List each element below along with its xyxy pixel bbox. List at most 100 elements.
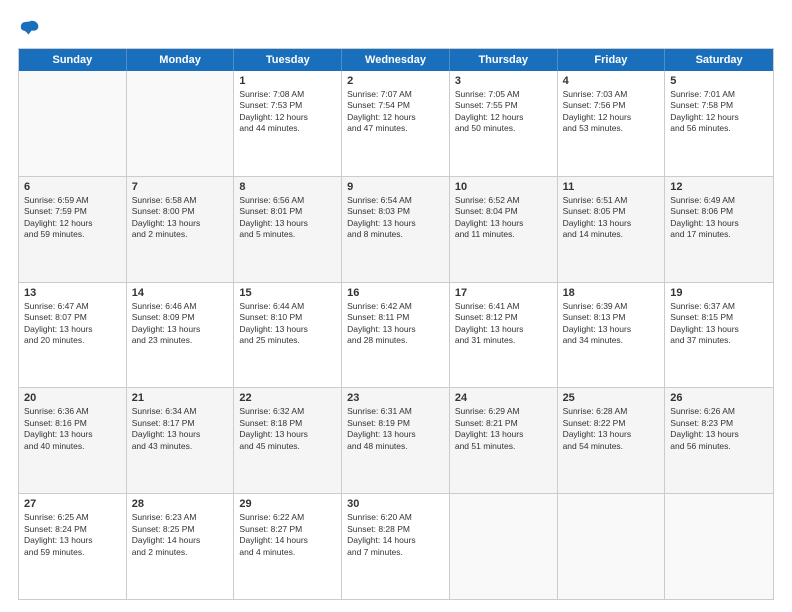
header [18, 18, 774, 38]
cell-info: Sunrise: 6:32 AM Sunset: 8:18 PM Dayligh… [239, 406, 336, 452]
calendar-cell-25: 25 Sunrise: 6:28 AM Sunset: 8:22 PM Dayli… [558, 388, 666, 493]
cell-info: Sunrise: 6:46 AM Sunset: 8:09 PM Dayligh… [132, 301, 229, 347]
calendar-cell-20: 20 Sunrise: 6:36 AM Sunset: 8:16 PM Dayli… [19, 388, 127, 493]
calendar-cell-11: 11 Sunrise: 6:51 AM Sunset: 8:05 PM Dayli… [558, 177, 666, 282]
calendar-cell-15: 15Sunrise: 6:44 AM Sunset: 8:10 PM Dayli… [234, 283, 342, 388]
header-day-monday: Monday [127, 49, 235, 71]
calendar: SundayMondayTuesdayWednesdayThursdayFrid… [18, 48, 774, 600]
day-number: 22 [239, 392, 336, 404]
day-number: 17 [455, 287, 552, 299]
cell-info: Sunrise: 7:03 AM Sunset: 7:56 PM Dayligh… [563, 89, 660, 135]
cell-info: Sunrise: 6:41 AM Sunset: 8:12 PM Dayligh… [455, 301, 552, 347]
day-number: 10 [455, 181, 552, 193]
calendar-cell-7: 7 Sunrise: 6:58 AM Sunset: 8:00 PM Daylig… [127, 177, 235, 282]
cell-info: Sunrise: 6:56 AM Sunset: 8:01 PM Dayligh… [239, 195, 336, 241]
cell-info: Sunrise: 6:37 AM Sunset: 8:15 PM Dayligh… [670, 301, 768, 347]
cell-info: Sunrise: 7:08 AM Sunset: 7:53 PM Dayligh… [239, 89, 336, 135]
header-day-tuesday: Tuesday [234, 49, 342, 71]
day-number: 23 [347, 392, 444, 404]
day-number: 5 [670, 75, 768, 87]
day-number: 18 [563, 287, 660, 299]
calendar-cell-16: 16 Sunrise: 6:42 AM Sunset: 8:11 PM Dayli… [342, 283, 450, 388]
cell-info: Sunrise: 6:20 AM Sunset: 8:28 PM Dayligh… [347, 512, 444, 558]
header-day-wednesday: Wednesday [342, 49, 450, 71]
calendar-cell-24: 24Sunrise: 6:29 AM Sunset: 8:21 PM Dayli… [450, 388, 558, 493]
header-day-saturday: Saturday [665, 49, 773, 71]
cell-info: Sunrise: 6:42 AM Sunset: 8:11 PM Dayligh… [347, 301, 444, 347]
day-number: 24 [455, 392, 552, 404]
day-number: 19 [670, 287, 768, 299]
cell-info: Sunrise: 7:01 AM Sunset: 7:58 PM Dayligh… [670, 89, 768, 135]
header-day-sunday: Sunday [19, 49, 127, 71]
day-number: 14 [132, 287, 229, 299]
cell-info: Sunrise: 6:25 AM Sunset: 8:24 PM Dayligh… [24, 512, 121, 558]
calendar-row-4: 20 Sunrise: 6:36 AM Sunset: 8:16 PM Dayli… [19, 388, 773, 494]
day-number: 9 [347, 181, 444, 193]
calendar-cell-empty-0-1 [127, 71, 235, 176]
day-number: 15 [239, 287, 336, 299]
calendar-cell-28: 28 Sunrise: 6:23 AM Sunset: 8:25 PM Dayli… [127, 494, 235, 599]
calendar-cell-13: 13 Sunrise: 6:47 AM Sunset: 8:07 PM Dayli… [19, 283, 127, 388]
day-number: 25 [563, 392, 660, 404]
calendar-cell-14: 14 Sunrise: 6:46 AM Sunset: 8:09 PM Dayli… [127, 283, 235, 388]
day-number: 29 [239, 498, 336, 510]
calendar-cell-empty-4-5 [558, 494, 666, 599]
cell-info: Sunrise: 6:59 AM Sunset: 7:59 PM Dayligh… [24, 195, 121, 241]
day-number: 6 [24, 181, 121, 193]
day-number: 16 [347, 287, 444, 299]
page: SundayMondayTuesdayWednesdayThursdayFrid… [0, 0, 792, 612]
day-number: 26 [670, 392, 768, 404]
header-day-thursday: Thursday [450, 49, 558, 71]
cell-info: Sunrise: 6:49 AM Sunset: 8:06 PM Dayligh… [670, 195, 768, 241]
calendar-cell-12: 12 Sunrise: 6:49 AM Sunset: 8:06 PM Dayli… [665, 177, 773, 282]
calendar-row-2: 6 Sunrise: 6:59 AM Sunset: 7:59 PM Daylig… [19, 177, 773, 283]
day-number: 13 [24, 287, 121, 299]
calendar-body: 1 Sunrise: 7:08 AM Sunset: 7:53 PM Daylig… [19, 71, 773, 599]
cell-info: Sunrise: 6:34 AM Sunset: 8:17 PM Dayligh… [132, 406, 229, 452]
day-number: 28 [132, 498, 229, 510]
day-number: 7 [132, 181, 229, 193]
calendar-cell-26: 26 Sunrise: 6:26 AM Sunset: 8:23 PM Dayli… [665, 388, 773, 493]
calendar-cell-27: 27 Sunrise: 6:25 AM Sunset: 8:24 PM Dayli… [19, 494, 127, 599]
calendar-cell-3: 3 Sunrise: 7:05 AM Sunset: 7:55 PM Daylig… [450, 71, 558, 176]
day-number: 27 [24, 498, 121, 510]
calendar-header: SundayMondayTuesdayWednesdayThursdayFrid… [19, 49, 773, 71]
day-number: 11 [563, 181, 660, 193]
cell-info: Sunrise: 6:58 AM Sunset: 8:00 PM Dayligh… [132, 195, 229, 241]
calendar-cell-21: 21 Sunrise: 6:34 AM Sunset: 8:17 PM Dayli… [127, 388, 235, 493]
cell-info: Sunrise: 6:54 AM Sunset: 8:03 PM Dayligh… [347, 195, 444, 241]
cell-info: Sunrise: 6:26 AM Sunset: 8:23 PM Dayligh… [670, 406, 768, 452]
calendar-row-3: 13 Sunrise: 6:47 AM Sunset: 8:07 PM Dayli… [19, 283, 773, 389]
logo [18, 18, 40, 38]
day-number: 1 [239, 75, 336, 87]
cell-info: Sunrise: 6:36 AM Sunset: 8:16 PM Dayligh… [24, 406, 121, 452]
day-number: 2 [347, 75, 444, 87]
calendar-cell-22: 22 Sunrise: 6:32 AM Sunset: 8:18 PM Dayli… [234, 388, 342, 493]
cell-info: Sunrise: 7:07 AM Sunset: 7:54 PM Dayligh… [347, 89, 444, 135]
day-number: 21 [132, 392, 229, 404]
day-number: 8 [239, 181, 336, 193]
day-number: 30 [347, 498, 444, 510]
cell-info: Sunrise: 6:47 AM Sunset: 8:07 PM Dayligh… [24, 301, 121, 347]
calendar-cell-empty-4-6 [665, 494, 773, 599]
calendar-cell-23: 23 Sunrise: 6:31 AM Sunset: 8:19 PM Dayli… [342, 388, 450, 493]
day-number: 12 [670, 181, 768, 193]
cell-info: Sunrise: 6:51 AM Sunset: 8:05 PM Dayligh… [563, 195, 660, 241]
day-number: 20 [24, 392, 121, 404]
cell-info: Sunrise: 7:05 AM Sunset: 7:55 PM Dayligh… [455, 89, 552, 135]
calendar-cell-10: 10 Sunrise: 6:52 AM Sunset: 8:04 PM Dayli… [450, 177, 558, 282]
calendar-cell-1: 1 Sunrise: 7:08 AM Sunset: 7:53 PM Daylig… [234, 71, 342, 176]
calendar-cell-empty-4-4 [450, 494, 558, 599]
calendar-cell-2: 2 Sunrise: 7:07 AM Sunset: 7:54 PM Daylig… [342, 71, 450, 176]
cell-info: Sunrise: 6:23 AM Sunset: 8:25 PM Dayligh… [132, 512, 229, 558]
cell-info: Sunrise: 6:28 AM Sunset: 8:22 PM Dayligh… [563, 406, 660, 452]
calendar-cell-9: 9 Sunrise: 6:54 AM Sunset: 8:03 PM Daylig… [342, 177, 450, 282]
calendar-cell-empty-0-0 [19, 71, 127, 176]
calendar-cell-8: 8 Sunrise: 6:56 AM Sunset: 8:01 PM Daylig… [234, 177, 342, 282]
cell-info: Sunrise: 6:31 AM Sunset: 8:19 PM Dayligh… [347, 406, 444, 452]
day-number: 3 [455, 75, 552, 87]
day-number: 4 [563, 75, 660, 87]
calendar-row-1: 1 Sunrise: 7:08 AM Sunset: 7:53 PM Daylig… [19, 71, 773, 177]
calendar-row-5: 27 Sunrise: 6:25 AM Sunset: 8:24 PM Dayli… [19, 494, 773, 599]
cell-info: Sunrise: 6:52 AM Sunset: 8:04 PM Dayligh… [455, 195, 552, 241]
